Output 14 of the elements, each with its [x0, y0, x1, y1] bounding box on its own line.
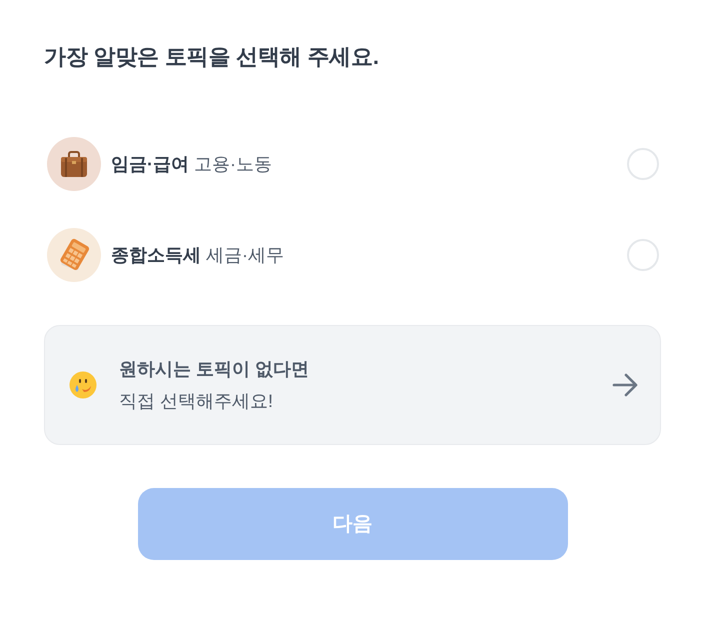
- calculator-icon: [47, 228, 101, 282]
- card-title: 원하시는 토픽이 없다면: [119, 358, 310, 381]
- radio-button[interactable]: [627, 148, 659, 180]
- topic-category: 고용·노동: [194, 154, 272, 174]
- topic-name: 임금·급여: [111, 154, 189, 174]
- radio-button[interactable]: [627, 239, 659, 271]
- custom-topic-card[interactable]: 원하시는 토픽이 없다면 직접 선택해주세요!: [44, 325, 661, 445]
- tearful-face-emoji-icon: [69, 371, 97, 399]
- briefcase-icon: [47, 137, 101, 191]
- topic-name: 종합소득세: [111, 245, 201, 265]
- card-subtitle: 직접 선택해주세요!: [119, 390, 274, 413]
- topic-category: 세금·세무: [206, 245, 284, 265]
- arrow-right-icon: [612, 372, 638, 398]
- page-title: 가장 알맞은 토픽을 선택해 주세요.: [44, 43, 380, 71]
